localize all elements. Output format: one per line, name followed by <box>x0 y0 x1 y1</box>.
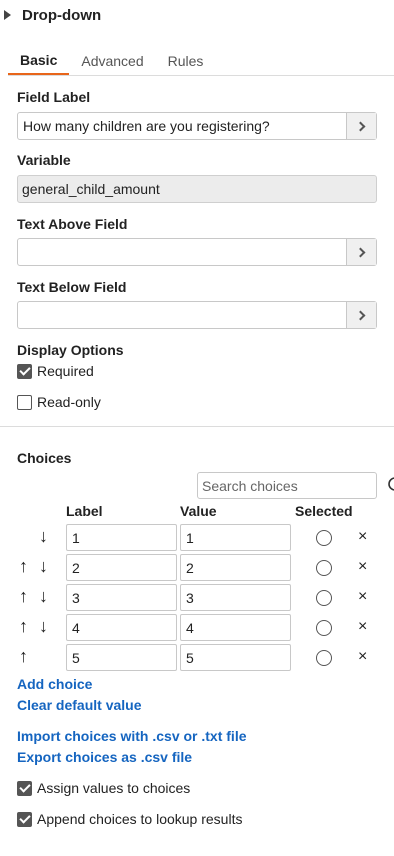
text-above-input[interactable] <box>18 239 346 265</box>
move-down-icon[interactable]: ↓ <box>39 616 48 637</box>
append-lookup-checkbox[interactable] <box>17 811 32 827</box>
append-lookup-label: Append choices to lookup results <box>37 811 243 827</box>
choice-selected-radio[interactable] <box>316 530 332 546</box>
text-above-expand-button[interactable] <box>346 239 376 265</box>
tab-basic-label: Basic <box>20 51 58 68</box>
append-lookup-option[interactable]: Append choices to lookup results <box>17 809 242 829</box>
choices-heading: Choices <box>17 450 72 466</box>
tab-advanced-label: Advanced <box>81 53 144 69</box>
assign-values-label: Assign values to choices <box>37 780 191 796</box>
remove-choice-icon[interactable]: × <box>358 528 367 546</box>
readonly-checkbox[interactable] <box>17 394 32 410</box>
assign-values-option[interactable]: Assign values to choices <box>17 778 190 798</box>
section-title: Drop-down <box>22 6 102 24</box>
remove-choice-icon[interactable]: × <box>358 588 367 606</box>
add-choice-link[interactable]: Add choice <box>17 676 92 692</box>
section-divider <box>0 426 394 427</box>
remove-choice-icon[interactable]: × <box>358 648 367 666</box>
choice-label-input[interactable] <box>66 614 177 641</box>
field-label-heading: Field Label <box>17 89 91 105</box>
choice-row: ↑ × <box>0 644 394 672</box>
search-choices-input[interactable] <box>198 477 387 494</box>
choice-selected-radio[interactable] <box>316 650 332 666</box>
move-down-icon[interactable]: ↓ <box>39 526 48 547</box>
remove-choice-icon[interactable]: × <box>358 618 367 636</box>
row-order-controls: ↓ <box>19 524 59 552</box>
column-header-value: Value <box>180 503 217 519</box>
remove-choice-icon[interactable]: × <box>358 558 367 576</box>
choice-row: ↑ ↓ × <box>0 614 394 642</box>
choice-row: ↑ ↓ × <box>0 554 394 582</box>
text-below-input[interactable] <box>18 302 346 328</box>
choice-label-input[interactable] <box>66 644 177 671</box>
choice-label-input[interactable] <box>66 524 177 551</box>
row-order-controls: ↑ ↓ <box>19 584 59 612</box>
search-icon[interactable] <box>387 473 394 498</box>
tab-divider <box>8 75 394 76</box>
choice-label-input[interactable] <box>66 554 177 581</box>
choice-value-input[interactable] <box>180 644 291 671</box>
tab-bar: Basic Advanced Rules <box>8 46 394 76</box>
search-choices-box <box>197 472 394 499</box>
text-above-group <box>17 238 377 266</box>
move-up-icon[interactable]: ↑ <box>19 586 28 607</box>
assign-values-checkbox[interactable] <box>17 780 32 796</box>
choice-selected-radio[interactable] <box>316 620 332 636</box>
move-up-icon[interactable]: ↑ <box>19 616 28 637</box>
choice-selected-radio[interactable] <box>316 590 332 606</box>
choice-row: ↓ × <box>0 524 394 552</box>
field-label-expand-button[interactable] <box>346 113 376 139</box>
readonly-option[interactable]: Read-only <box>17 392 101 412</box>
import-choices-link[interactable]: Import choices with .csv or .txt file <box>17 728 247 744</box>
row-order-controls: ↑ ↓ <box>19 614 59 642</box>
variable-heading: Variable <box>17 152 71 168</box>
choice-value-input[interactable] <box>180 584 291 611</box>
choice-value-input[interactable] <box>180 524 291 551</box>
chevron-right-icon <box>355 247 365 257</box>
chevron-right-icon <box>355 310 365 320</box>
chevron-right-icon <box>355 121 365 131</box>
column-header-label: Label <box>66 503 103 519</box>
display-options-heading: Display Options <box>17 342 124 358</box>
move-down-icon[interactable]: ↓ <box>39 556 48 577</box>
row-order-controls: ↑ ↓ <box>19 554 59 582</box>
clear-default-link[interactable]: Clear default value <box>17 697 142 713</box>
column-header-selected: Selected <box>295 503 353 519</box>
move-down-icon[interactable]: ↓ <box>39 586 48 607</box>
tab-rules[interactable]: Rules <box>156 46 216 76</box>
text-above-heading: Text Above Field <box>17 216 128 232</box>
tab-advanced[interactable]: Advanced <box>69 46 155 76</box>
export-choices-link[interactable]: Export choices as .csv file <box>17 749 192 765</box>
field-label-input[interactable] <box>18 113 346 139</box>
required-label: Required <box>37 363 94 379</box>
choice-selected-radio[interactable] <box>316 560 332 576</box>
field-label-group <box>17 112 377 140</box>
choice-value-input[interactable] <box>180 554 291 581</box>
tab-basic[interactable]: Basic <box>8 46 70 76</box>
row-order-controls: ↑ <box>19 644 59 672</box>
choice-value-input[interactable] <box>180 614 291 641</box>
caret-right-icon[interactable] <box>4 10 11 20</box>
tab-rules-label: Rules <box>167 53 204 69</box>
text-below-group <box>17 301 377 329</box>
text-below-heading: Text Below Field <box>17 279 127 295</box>
section-header[interactable]: Drop-down <box>4 4 101 26</box>
move-up-icon[interactable]: ↑ <box>19 556 28 577</box>
required-checkbox[interactable] <box>17 363 32 379</box>
move-up-icon[interactable]: ↑ <box>19 646 28 667</box>
readonly-label: Read-only <box>37 394 101 410</box>
text-below-expand-button[interactable] <box>346 302 376 328</box>
choice-label-input[interactable] <box>66 584 177 611</box>
variable-field: general_child_amount <box>17 175 377 203</box>
choice-row: ↑ ↓ × <box>0 584 394 612</box>
required-option[interactable]: Required <box>17 361 94 381</box>
